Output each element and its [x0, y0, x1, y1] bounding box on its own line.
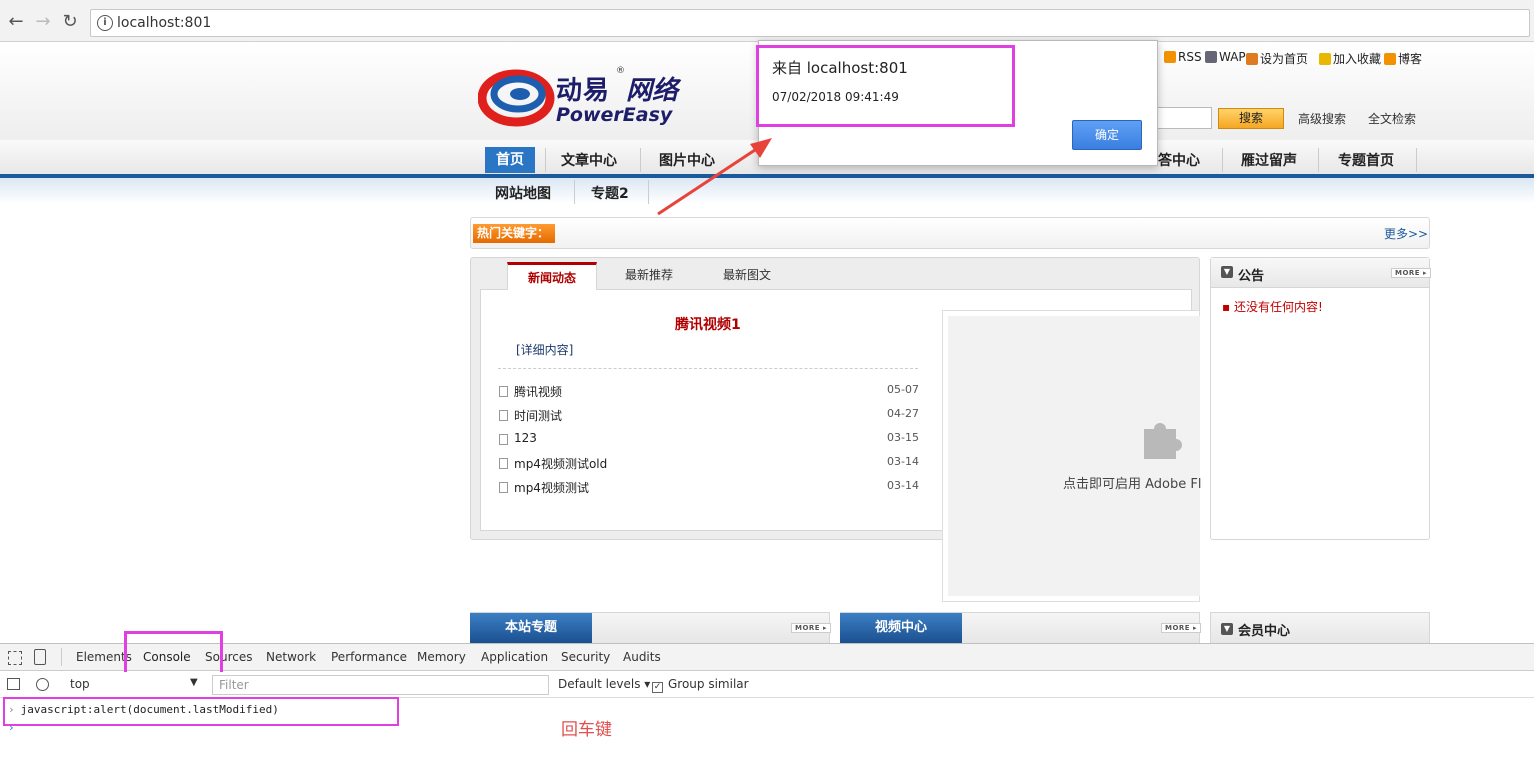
hot-keywords-label: 热门关键字： — [473, 224, 555, 243]
nav-separator — [1416, 148, 1417, 172]
sidebar-toggle-icon[interactable] — [7, 678, 20, 690]
nav-item-home[interactable]: 首页 — [485, 147, 535, 173]
annotation-arrow-icon — [657, 138, 772, 216]
topics-box-title: 本站专题 — [470, 613, 592, 643]
tab-security[interactable]: Security — [561, 650, 610, 664]
wap-link[interactable]: WAP — [1205, 50, 1246, 64]
nav-item-guestbook[interactable]: 雁过留声 — [1241, 150, 1297, 170]
logo-cn-text: 动易 — [556, 76, 611, 106]
news-headline[interactable]: 腾讯视频1 — [675, 314, 741, 334]
alert-ok-button[interactable]: 确定 — [1072, 120, 1142, 150]
add-favorite-link[interactable]: 加入收藏 — [1319, 50, 1381, 67]
url-text: localhost:801 — [117, 15, 212, 31]
back-icon[interactable]: ← — [4, 10, 28, 34]
console-tab-highlight — [124, 631, 223, 676]
chevron-down-icon[interactable]: ▼ — [190, 677, 198, 688]
reload-icon[interactable]: ↻ — [58, 10, 82, 34]
list-item[interactable]: mp4视频测试 03-14 — [499, 479, 919, 497]
list-item[interactable]: mp4视频测试old 03-14 — [499, 455, 919, 473]
collapse-icon[interactable]: ▼ — [1221, 623, 1233, 635]
forward-icon[interactable]: → — [31, 10, 55, 34]
group-similar-checkbox[interactable]: ✓ Group similar — [652, 677, 749, 693]
tab-news[interactable]: 新闻动态 — [507, 262, 597, 290]
notice-title: 公告 — [1238, 269, 1265, 284]
detail-link[interactable]: [详细内容] — [516, 341, 573, 358]
logo-swirl-icon — [478, 69, 555, 127]
document-icon — [499, 386, 508, 397]
nav-separator — [1318, 148, 1319, 172]
nav-separator — [574, 180, 575, 204]
tab-recommended[interactable]: 最新推荐 — [625, 266, 673, 283]
nav-item-articles[interactable]: 文章中心 — [561, 150, 617, 170]
list-item[interactable]: 时间测试 04-27 — [499, 407, 919, 425]
rss-icon — [1384, 53, 1396, 65]
nav-item-qa[interactable]: 答中心 — [1158, 150, 1200, 170]
document-icon — [499, 458, 508, 469]
command-highlight-box — [3, 697, 399, 726]
tab-network[interactable]: Network — [266, 650, 316, 664]
log-levels-dropdown[interactable]: Default levels ▾ — [558, 677, 650, 691]
tab-memory[interactable]: Memory — [417, 650, 466, 664]
logo-en-text: PowerEasy — [556, 104, 673, 126]
tab-latest-images[interactable]: 最新图文 — [723, 266, 771, 283]
tab-application[interactable]: Application — [481, 650, 548, 664]
clear-console-icon[interactable] — [36, 678, 49, 691]
rss-icon — [1164, 51, 1176, 63]
list-item[interactable]: 123 03-15 — [499, 431, 919, 449]
address-bar[interactable]: i localhost:801 — [90, 9, 1530, 37]
hot-keywords-bar — [470, 217, 1430, 249]
notice-more-button[interactable]: MORE ▸ — [1391, 268, 1432, 278]
document-icon — [499, 434, 508, 445]
alert-highlight-box — [756, 45, 1015, 127]
enter-key-annotation: 回车键 — [561, 720, 612, 740]
inspect-element-icon[interactable] — [8, 651, 22, 665]
nav-item-topics[interactable]: 专题首页 — [1338, 150, 1394, 170]
divider — [498, 368, 918, 369]
logo-cn-text2: 网络 — [626, 76, 679, 106]
fulltext-search-link[interactable]: 全文检索 — [1368, 110, 1416, 127]
info-icon[interactable]: i — [97, 15, 113, 31]
home-icon — [1246, 53, 1258, 65]
star-icon — [1319, 53, 1331, 65]
notice-item: ▪ 还没有任何内容! — [1222, 300, 1323, 314]
document-icon — [499, 410, 508, 421]
list-item[interactable]: 腾讯视频 05-07 — [499, 383, 919, 401]
device-toolbar-icon[interactable] — [34, 649, 46, 665]
nav-item-topic2[interactable]: 专题2 — [591, 183, 629, 203]
video-more-button[interactable]: MORE ▸ — [1161, 623, 1202, 633]
nav-separator — [640, 148, 641, 172]
checkbox-checked-icon: ✓ — [652, 682, 663, 693]
advanced-search-link[interactable]: 高级搜索 — [1298, 110, 1346, 127]
phone-icon — [1205, 51, 1217, 63]
more-keywords-link[interactable]: 更多>> — [1384, 225, 1428, 242]
nav-separator — [648, 180, 649, 204]
document-icon — [499, 482, 508, 493]
nav-item-sitemap[interactable]: 网站地图 — [495, 183, 551, 203]
site-search-button[interactable]: 搜索 — [1218, 108, 1284, 129]
video-box-title: 视频中心 — [840, 613, 962, 643]
nav-separator — [545, 148, 546, 172]
site-search-input[interactable] — [1150, 107, 1212, 129]
flash-enable-prompt[interactable]: 点击即可启用 Adobe Fl — [1063, 473, 1201, 492]
logo-registered: ® — [616, 66, 625, 76]
set-homepage-link[interactable]: 设为首页 — [1246, 50, 1308, 67]
member-box-title: 会员中心 — [1238, 624, 1291, 639]
nav-separator — [1222, 148, 1223, 172]
console-filter-input[interactable]: Filter — [212, 675, 549, 695]
puzzle-plugin-icon — [1144, 423, 1182, 459]
toolbar-divider — [61, 648, 62, 666]
tab-performance[interactable]: Performance — [331, 650, 407, 664]
collapse-icon[interactable]: ▼ — [1221, 266, 1233, 278]
rss-link[interactable]: RSS — [1164, 50, 1202, 64]
blog-link[interactable]: 博客 — [1384, 50, 1422, 67]
site-logo[interactable]: 动易 ® 网络 PowerEasy — [478, 62, 708, 132]
topics-more-button[interactable]: MORE ▸ — [791, 623, 832, 633]
context-selector[interactable]: top — [70, 677, 90, 691]
tab-audits[interactable]: Audits — [623, 650, 661, 664]
